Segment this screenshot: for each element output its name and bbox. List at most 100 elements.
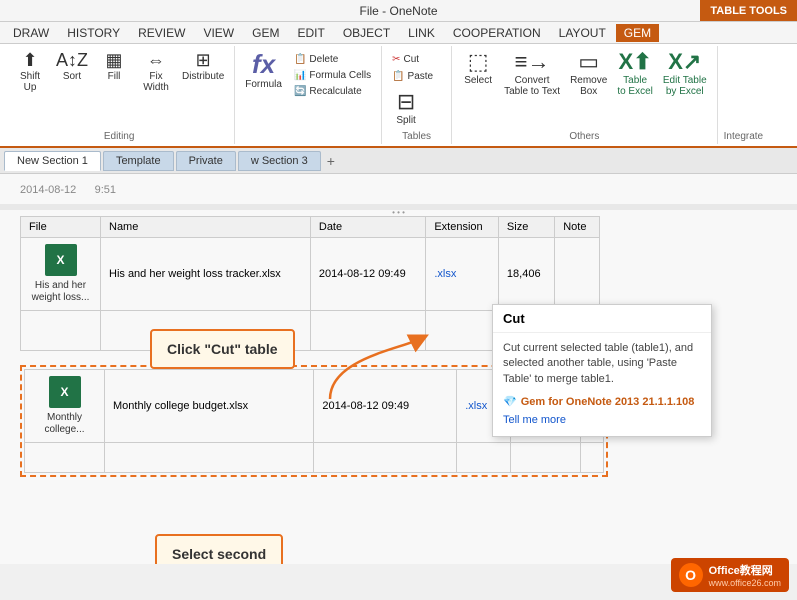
name-cell-1: His and her weight loss tracker.xlsx bbox=[101, 238, 311, 311]
table-to-excel-button[interactable]: X⬆ Tableto Excel bbox=[613, 48, 657, 100]
delete-button[interactable]: 📋 Delete bbox=[290, 52, 375, 67]
date: 2014-08-12 bbox=[20, 184, 76, 196]
convert-icon: ≡→ bbox=[515, 51, 550, 73]
formula-button[interactable]: fx Formula bbox=[241, 48, 286, 93]
ribbon-group-clipboard: ✂ Cut 📋 Paste ⊟ Split Tables bbox=[382, 46, 452, 144]
file-label-1: His and her weight loss... bbox=[29, 280, 92, 304]
menu-edit[interactable]: EDIT bbox=[289, 24, 332, 42]
table-row-2-empty bbox=[25, 443, 604, 473]
edit-table-icon: X↗ bbox=[668, 51, 701, 73]
e5 bbox=[510, 443, 580, 473]
recalculate-button[interactable]: 🔄 Recalculate bbox=[290, 84, 375, 99]
edit-table-by-excel-button[interactable]: X↗ Edit Tableby Excel bbox=[659, 48, 711, 100]
callout-select-text: Select secondtable bbox=[172, 546, 266, 564]
table-tools-accent: TABLE TOOLS bbox=[700, 0, 797, 21]
e6 bbox=[580, 443, 603, 473]
date-time: 2014-08-12 9:51 bbox=[20, 184, 777, 196]
shift-up-button[interactable]: ⬆ ShiftUp bbox=[10, 48, 50, 96]
ribbon-group-others: ⬚ Select ≡→ ConvertTable to Text ▭ Remov… bbox=[452, 46, 718, 144]
add-tab-button[interactable]: + bbox=[323, 153, 339, 169]
logo-text-group: Office教程网 www.office26.com bbox=[709, 562, 781, 588]
cut-button[interactable]: ✂ Cut bbox=[388, 52, 445, 67]
split-button[interactable]: ⊟ Split bbox=[388, 88, 424, 129]
callout-cut: Click "Cut" table bbox=[150, 329, 295, 369]
ribbon-group-editing: ⬆ ShiftUp A↕Z Sort ▦ Fill ⇔ FixWidth ⊞ bbox=[4, 46, 235, 144]
empty-file-cell bbox=[21, 311, 101, 351]
page-tabs: New Section 1 Template Private w Section… bbox=[0, 148, 797, 174]
ribbon-content: ⬆ ShiftUp A↕Z Sort ▦ Fill ⇔ FixWidth ⊞ bbox=[0, 44, 797, 146]
paste-icon: 📋 bbox=[392, 71, 404, 82]
remove-box-icon: ▭ bbox=[578, 51, 599, 73]
file-icon-cell: X His and her weight loss... bbox=[21, 238, 101, 311]
menu-review[interactable]: REVIEW bbox=[130, 24, 193, 42]
tab-new-section-1[interactable]: New Section 1 bbox=[4, 151, 101, 171]
fill-icon: ▦ bbox=[106, 51, 123, 69]
distribute-button[interactable]: ⊞ Distribute bbox=[178, 48, 228, 85]
formula-icon: fx bbox=[252, 51, 275, 77]
ext-cell-1[interactable]: .xlsx bbox=[426, 238, 499, 311]
fix-width-label: FixWidth bbox=[143, 71, 169, 93]
split-icon: ⊟ bbox=[397, 91, 415, 113]
xlsx-icon-2: X bbox=[49, 376, 81, 408]
fix-width-button[interactable]: ⇔ FixWidth bbox=[136, 48, 176, 96]
editing-buttons: ⬆ ShiftUp A↕Z Sort ▦ Fill ⇔ FixWidth ⊞ bbox=[10, 48, 228, 129]
select-button[interactable]: ⬚ Select bbox=[458, 48, 498, 89]
convert-label: ConvertTable to Text bbox=[504, 75, 560, 97]
e3 bbox=[314, 443, 457, 473]
formula-cells-icon: 📊 bbox=[294, 70, 306, 81]
shift-up-label: ShiftUp bbox=[20, 71, 40, 93]
menu-object[interactable]: OBJECT bbox=[335, 24, 398, 42]
scroll-indicator: • • • bbox=[0, 204, 797, 210]
tell-more-link[interactable]: Tell me more bbox=[503, 414, 566, 426]
note-cell-1 bbox=[555, 238, 600, 311]
menu-history[interactable]: HISTORY bbox=[59, 24, 128, 42]
fill-button[interactable]: ▦ Fill bbox=[94, 48, 134, 85]
office-logo: O Office教程网 www.office26.com bbox=[671, 558, 789, 592]
xlsx-icon-1: X bbox=[45, 244, 77, 276]
paste-button[interactable]: 📋 Paste bbox=[388, 69, 445, 84]
tooltip-gem: 💎 Gem for OneNote 2013 21.1.1.108 bbox=[503, 395, 701, 410]
col-size: Size bbox=[498, 217, 554, 238]
scroll-dots: • • • bbox=[392, 208, 405, 217]
content-area: 2014-08-12 9:51 • • • File Name Date Ext… bbox=[0, 174, 797, 564]
ribbon-group-integrate: Integrate bbox=[718, 46, 769, 144]
fill-label: Fill bbox=[108, 71, 121, 82]
paste-label: Paste bbox=[408, 71, 434, 82]
menu-layout[interactable]: LAYOUT bbox=[551, 24, 614, 42]
convert-table-to-text-button[interactable]: ≡→ ConvertTable to Text bbox=[500, 48, 564, 100]
remove-box-button[interactable]: ▭ RemoveBox bbox=[566, 48, 611, 100]
integrate-group-label: Integrate bbox=[724, 129, 763, 142]
menu-cooperation[interactable]: COOPERATION bbox=[445, 24, 549, 42]
app-title: File - OneNote bbox=[359, 4, 437, 18]
menu-view[interactable]: VIEW bbox=[195, 24, 242, 42]
sort-label: Sort bbox=[63, 71, 81, 82]
delete-label: Delete bbox=[309, 54, 338, 65]
menu-bar: DRAW HISTORY REVIEW VIEW GEM EDIT OBJECT… bbox=[0, 22, 797, 44]
col-date: Date bbox=[310, 217, 425, 238]
shift-up-icon: ⬆ bbox=[22, 51, 37, 69]
file-label-2: Monthly college... bbox=[33, 412, 96, 436]
cut-label: Cut bbox=[403, 54, 419, 65]
col-extension: Extension bbox=[426, 217, 499, 238]
select-label: Select bbox=[464, 75, 492, 86]
name-cell-2: Monthly college budget.xlsx bbox=[105, 370, 314, 443]
tooltip-link[interactable]: Tell me more bbox=[503, 413, 701, 428]
callout-cut-text: Click "Cut" table bbox=[167, 341, 278, 357]
e2 bbox=[105, 443, 314, 473]
arrow-cut-svg bbox=[320, 329, 440, 404]
tab-template[interactable]: Template bbox=[103, 151, 174, 171]
editing-group-label: Editing bbox=[10, 129, 228, 142]
menu-gem-active[interactable]: GEM bbox=[616, 24, 659, 42]
menu-gem[interactable]: GEM bbox=[244, 24, 287, 42]
recalculate-icon: 🔄 bbox=[294, 86, 306, 97]
menu-draw[interactable]: DRAW bbox=[5, 24, 57, 42]
formula-cells-button[interactable]: 📊 Formula Cells bbox=[290, 68, 375, 83]
tab-private[interactable]: Private bbox=[176, 151, 236, 171]
tab-section-3[interactable]: w Section 3 bbox=[238, 151, 321, 171]
col-name: Name bbox=[101, 217, 311, 238]
file-icon-cell-2: X Monthly college... bbox=[25, 370, 105, 443]
menu-link[interactable]: LINK bbox=[400, 24, 443, 42]
sort-button[interactable]: A↕Z Sort bbox=[52, 48, 92, 85]
formula-group-label bbox=[241, 140, 375, 142]
e4 bbox=[457, 443, 511, 473]
